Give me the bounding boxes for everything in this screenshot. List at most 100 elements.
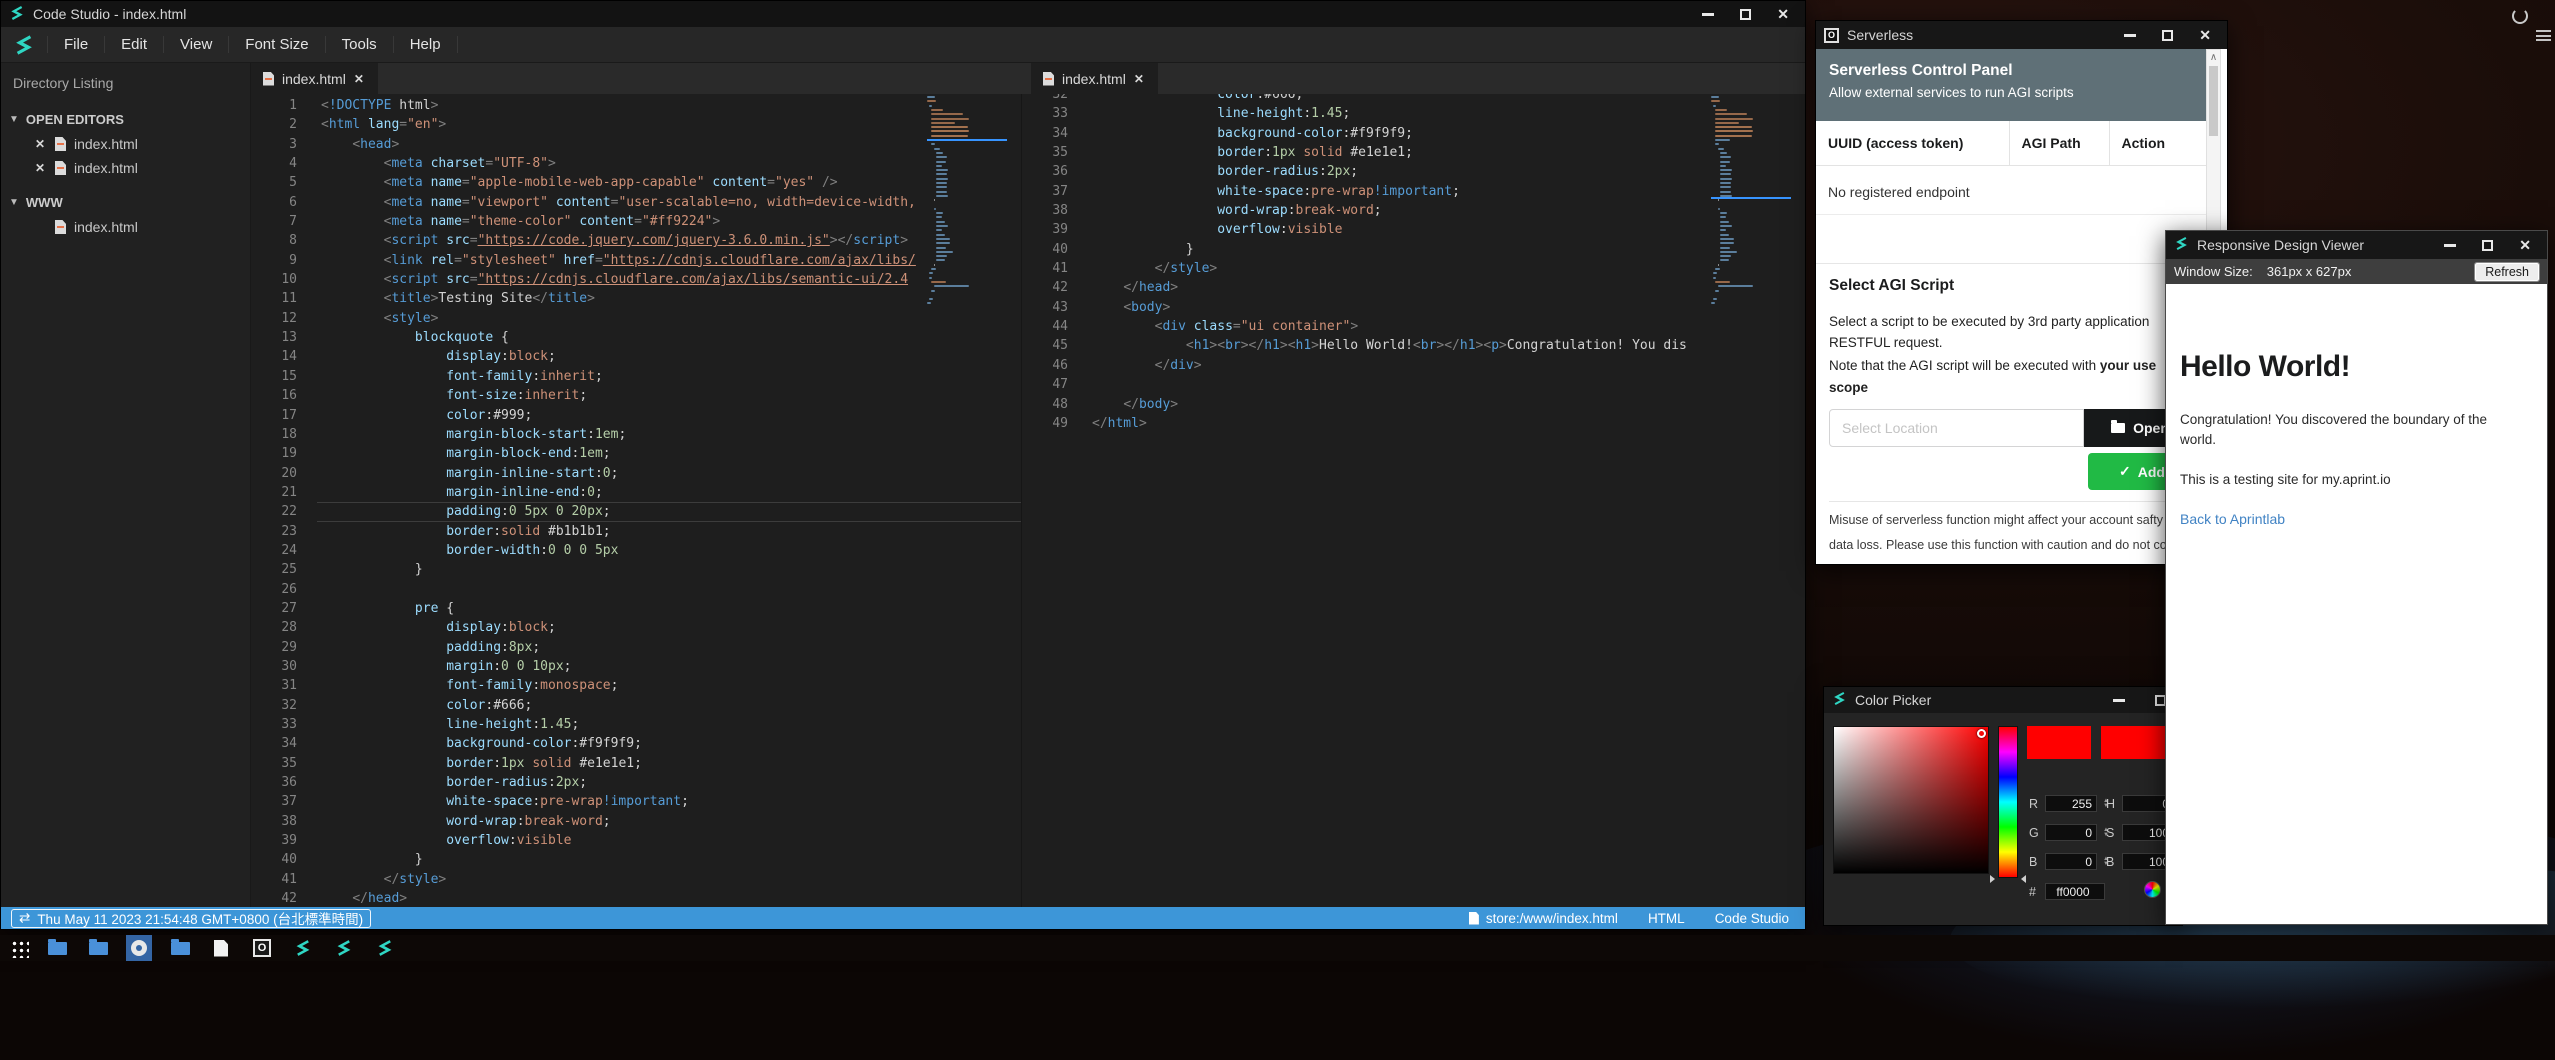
hue-marker-icon[interactable] xyxy=(1990,875,1995,883)
code-line[interactable]: 33 line-height:1.45; xyxy=(1022,104,1805,123)
status-file-path[interactable]: store:/www/index.html xyxy=(1469,911,1618,926)
code-line[interactable]: 3 <head> xyxy=(251,135,1021,154)
code-line[interactable]: 25 } xyxy=(251,560,1021,579)
code-line[interactable]: 30 margin:0 0 10px; xyxy=(251,657,1021,676)
code-line[interactable]: 29 padding:8px; xyxy=(251,638,1021,657)
hamburger-menu-icon[interactable] xyxy=(2536,30,2551,41)
code-line[interactable]: 9 <link rel="stylesheet" href="https://c… xyxy=(251,251,1021,270)
code-line[interactable]: 38 word-wrap:break-word; xyxy=(251,812,1021,831)
maximize-button[interactable] xyxy=(2482,240,2493,251)
code-line[interactable]: 40 } xyxy=(251,850,1021,869)
code-line[interactable]: 39 overflow:visible xyxy=(1022,220,1805,239)
code-line[interactable]: 18 margin-block-start:1em; xyxy=(251,425,1021,444)
code-line[interactable]: 21 margin-inline-end:0; xyxy=(251,483,1021,502)
close-button[interactable]: ✕ xyxy=(2519,238,2531,252)
close-button[interactable]: ✕ xyxy=(2199,28,2211,42)
code-line[interactable]: 11 <title>Testing Site</title> xyxy=(251,289,1021,308)
code-line[interactable]: 41 </style> xyxy=(1022,259,1805,278)
code-line[interactable]: 39 overflow:visible xyxy=(251,831,1021,850)
close-icon[interactable]: ✕ xyxy=(35,161,47,175)
taskbar-disc-icon[interactable] xyxy=(126,935,152,961)
code-line[interactable]: 7 <meta name="theme-color" content="#ff9… xyxy=(251,212,1021,231)
sidebar-item-index.html[interactable]: ✕index.html xyxy=(1,156,250,180)
editor-group-1[interactable]: 1<!DOCTYPE html>2<html lang="en">3 <head… xyxy=(251,94,1021,907)
tab-index-html-2[interactable]: index.html ✕ xyxy=(1031,63,1158,94)
code-line[interactable]: 49</html> xyxy=(1022,414,1805,433)
code-line[interactable]: 4 <meta charset="UTF-8"> xyxy=(251,154,1021,173)
code-line[interactable]: 46 </div> xyxy=(1022,356,1805,375)
color-cursor-icon[interactable] xyxy=(1977,729,1986,738)
menu-item-view[interactable]: View xyxy=(163,36,228,53)
scrollbar-thumb[interactable] xyxy=(2209,66,2218,136)
code-line[interactable]: 45 <h1><br></h1><h1>Hello World!<br></h1… xyxy=(1022,336,1805,355)
code-line[interactable]: 43 <body> xyxy=(1022,298,1805,317)
minimize-button[interactable] xyxy=(1702,13,1714,16)
code-line[interactable]: 23 border:solid #b1b1b1; xyxy=(251,522,1021,541)
close-icon[interactable]: ✕ xyxy=(35,137,47,151)
code-line[interactable]: 17 color:#999; xyxy=(251,406,1021,425)
code-line[interactable]: 24 border-width:0 0 0 5px xyxy=(251,541,1021,560)
app-grid-icon[interactable] xyxy=(10,939,29,958)
code-line[interactable]: 6 <meta name="viewport" content="user-sc… xyxy=(251,193,1021,212)
code-line[interactable]: 37 white-space:pre-wrap!important; xyxy=(251,792,1021,811)
maximize-button[interactable] xyxy=(1740,9,1751,20)
taskbar-code-studio-icon[interactable] xyxy=(331,935,357,961)
code-line[interactable]: 13 blockquote { xyxy=(251,328,1021,347)
code-line[interactable]: 44 <div class="ui container"> xyxy=(1022,317,1805,336)
color-wheel-icon[interactable] xyxy=(2144,881,2161,898)
value-input[interactable]: 0 xyxy=(2045,853,2097,870)
code-line[interactable]: 38 word-wrap:break-word; xyxy=(1022,201,1805,220)
code-line[interactable]: 10 <script src="https://cdnjs.cloudflare… xyxy=(251,270,1021,289)
taskbar-folder-icon[interactable] xyxy=(44,935,70,961)
code-line[interactable]: 33 line-height:1.45; xyxy=(251,715,1021,734)
code-line[interactable]: 20 margin-inline-start:0; xyxy=(251,464,1021,483)
code-line[interactable]: 22 padding:0 5px 0 20px; xyxy=(251,502,1021,521)
code-line[interactable]: 34 background-color:#f9f9f9; xyxy=(251,734,1021,753)
code-line[interactable]: 42 </head> xyxy=(251,889,1021,907)
taskbar-folder-icon[interactable] xyxy=(85,935,111,961)
menu-item-tools[interactable]: Tools xyxy=(325,36,393,53)
code-line[interactable]: 32 color:#666; xyxy=(251,696,1021,715)
code-line[interactable]: 42 </head> xyxy=(1022,278,1805,297)
taskbar-file-icon[interactable] xyxy=(208,935,234,961)
tab-close-icon[interactable]: ✕ xyxy=(1134,72,1146,86)
code-line[interactable]: 35 border:1px solid #e1e1e1; xyxy=(1022,143,1805,162)
title-bar[interactable]: Color Picker xyxy=(1824,687,2182,713)
code-line[interactable]: 27 pre { xyxy=(251,599,1021,618)
code-line[interactable]: 36 border-radius:2px; xyxy=(1022,162,1805,181)
taskbar-folder-icon[interactable] xyxy=(167,935,193,961)
editor-group-2[interactable]: 32 color:#666;33 line-height:1.45;34 bac… xyxy=(1021,94,1805,907)
menu-item-file[interactable]: File xyxy=(47,36,104,53)
sidebar-section-open-editors[interactable]: ▼OPEN EDITORS xyxy=(1,107,250,132)
code-line[interactable]: 34 background-color:#f9f9f9; xyxy=(1022,124,1805,143)
code-line[interactable]: 12 <style> xyxy=(251,309,1021,328)
code-line[interactable]: 32 color:#666; xyxy=(1022,94,1805,104)
tab-index-html[interactable]: index.html ✕ xyxy=(251,63,378,94)
scroll-up-icon[interactable]: ∧ xyxy=(2207,52,2220,63)
menu-item-help[interactable]: Help xyxy=(393,36,458,53)
code-line[interactable]: 35 border:1px solid #e1e1e1; xyxy=(251,754,1021,773)
code-line[interactable]: 5 <meta name="apple-mobile-web-app-capab… xyxy=(251,173,1021,192)
minimize-button[interactable] xyxy=(2113,699,2125,702)
code-line[interactable]: 47 xyxy=(1022,375,1805,394)
code-line[interactable]: 48 </body> xyxy=(1022,395,1805,414)
tab-close-icon[interactable]: ✕ xyxy=(354,72,366,86)
code-line[interactable]: 37 white-space:pre-wrap!important; xyxy=(1022,182,1805,201)
status-datetime[interactable]: ⇄ Thu May 11 2023 21:54:48 GMT+0800 (台北標… xyxy=(11,909,371,928)
sidebar-item-index.html[interactable]: index.html xyxy=(1,215,250,239)
minimize-button[interactable] xyxy=(2444,244,2456,247)
taskbar-code-studio-icon[interactable] xyxy=(372,935,398,961)
maximize-button[interactable] xyxy=(2162,30,2173,41)
sidebar-item-index.html[interactable]: ✕index.html xyxy=(1,132,250,156)
code-line[interactable]: 1<!DOCTYPE html> xyxy=(251,96,1021,115)
title-bar[interactable]: Responsive Design Viewer ✕ xyxy=(2166,231,2547,259)
close-button[interactable]: ✕ xyxy=(1777,7,1789,21)
code-line[interactable]: 14 display:block; xyxy=(251,347,1021,366)
code-line[interactable]: 26 xyxy=(251,580,1021,599)
value-input[interactable]: 0 xyxy=(2045,824,2097,841)
code-line[interactable]: 19 margin-block-end:1em; xyxy=(251,444,1021,463)
title-bar[interactable]: Code Studio - index.html ✕ xyxy=(1,1,1805,27)
code-line[interactable]: 15 font-family:inherit; xyxy=(251,367,1021,386)
code-line[interactable]: 31 font-family:monospace; xyxy=(251,676,1021,695)
status-language[interactable]: HTML xyxy=(1648,911,1685,926)
